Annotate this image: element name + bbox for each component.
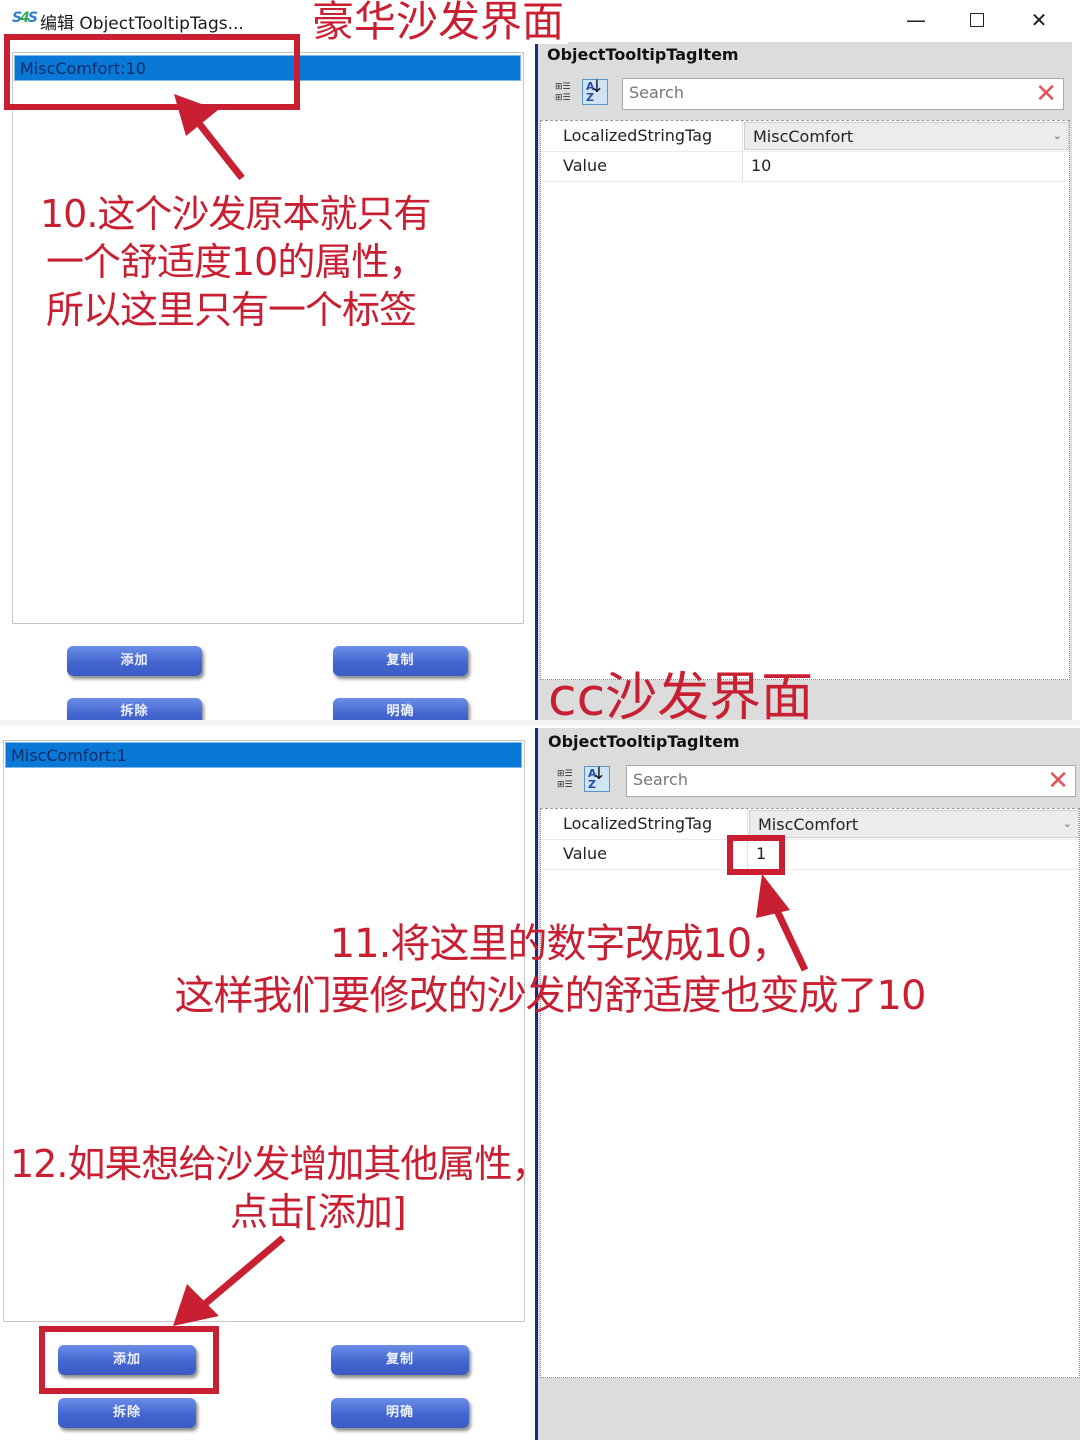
clear-button[interactable]: 明确: [331, 1398, 469, 1428]
property-row[interactable]: Value 1: [541, 839, 1079, 870]
clear-search-icon[interactable]: ✕: [1047, 768, 1069, 794]
window-title: 编辑 ObjectTooltipTags...: [40, 14, 244, 34]
tag-list-top[interactable]: [12, 52, 524, 624]
property-panel-title: ObjectTooltipTagItem: [548, 732, 740, 751]
note-line: 11.将这里的数字改成10，: [329, 921, 792, 967]
copy-button[interactable]: 复制: [331, 1345, 469, 1375]
search-input[interactable]: Search ✕: [626, 765, 1076, 797]
remove-button-label: 拆除: [112, 1405, 141, 1420]
close-icon: ✕: [1030, 8, 1048, 32]
app-logo-icon: S4S: [12, 10, 38, 26]
button-row-clip: 拆除 明确: [0, 698, 530, 720]
property-row[interactable]: LocalizedStringTag MiscComfort ⌄: [541, 121, 1069, 152]
categorized-view-button[interactable]: ⊞☰ ⊞☰: [557, 769, 579, 793]
chevron-down-icon: ⌄: [1052, 129, 1062, 142]
note-line: 10.这个沙发原本就只有: [40, 192, 431, 236]
search-placeholder: Search: [629, 83, 684, 102]
minimize-button[interactable]: —: [896, 6, 936, 34]
chevron-down-icon: ⌄: [1062, 817, 1072, 830]
arrow-to-list-item: [174, 94, 245, 181]
property-value: MiscComfort: [758, 815, 859, 834]
remove-button[interactable]: 拆除: [58, 1398, 196, 1428]
heading-cc-sofa: cc沙发界面: [548, 668, 814, 728]
remove-button-label: 拆除: [120, 704, 149, 719]
property-key: LocalizedStringTag: [563, 814, 713, 833]
search-input[interactable]: Search ✕: [622, 78, 1064, 110]
property-key: Value: [563, 844, 607, 863]
note-line: 12.如果想给沙发增加其他属性，: [10, 1142, 549, 1186]
clear-button-label: 明确: [386, 704, 415, 719]
list-item-selected[interactable]: MiscComfort:1: [5, 742, 522, 768]
note-line: 点击[添加]: [230, 1190, 407, 1234]
note-line: 一个舒适度10的属性，: [46, 240, 426, 284]
add-button-label: 添加: [120, 653, 149, 668]
copy-button-label: 复制: [385, 1352, 414, 1367]
note-step-11: 11.将这里的数字改成10， 这样我们要修改的沙发的舒适度也变成了10: [100, 918, 1000, 1022]
highlight-box-add-button: [39, 1326, 219, 1394]
property-grid-top: LocalizedStringTag MiscComfort ⌄ Value 1…: [540, 120, 1070, 680]
property-key: LocalizedStringTag: [563, 126, 713, 145]
categorized-view-button[interactable]: ⊞☰ ⊞☰: [555, 82, 577, 106]
remove-button[interactable]: 拆除: [67, 698, 202, 720]
alphabetical-sort-button[interactable]: A Z ↓: [582, 79, 608, 105]
property-value: MiscComfort: [753, 127, 854, 146]
categorized-icon: ⊞☰ ⊞☰: [557, 769, 573, 790]
clear-search-icon[interactable]: ✕: [1035, 81, 1057, 107]
property-dropdown[interactable]: MiscComfort ⌄: [749, 810, 1079, 838]
property-dropdown[interactable]: MiscComfort ⌄: [744, 122, 1069, 150]
list-item-label: MiscComfort:1: [11, 746, 127, 765]
copy-button[interactable]: 复制: [333, 646, 468, 676]
note-line: 所以这里只有一个标签: [46, 288, 417, 332]
arrow-to-add-button: [173, 1235, 286, 1326]
grid-column-divider: [742, 121, 743, 181]
add-button[interactable]: 添加: [67, 646, 202, 676]
section-divider: [0, 720, 1080, 726]
heading-luxury-sofa: 豪华沙发界面: [308, 0, 569, 44]
property-row[interactable]: LocalizedStringTag MiscComfort ⌄: [541, 809, 1079, 840]
property-row[interactable]: Value 10: [541, 151, 1069, 182]
note-line: 这样我们要修改的沙发的舒适度也变成了10: [174, 973, 927, 1019]
categorized-icon: ⊞☰ ⊞☰: [555, 82, 571, 103]
property-panel-title: ObjectTooltipTagItem: [547, 45, 739, 64]
minimize-icon: —: [906, 8, 926, 32]
maximize-button[interactable]: [957, 6, 997, 34]
highlight-box-value: [727, 835, 785, 875]
clear-button-label: 明确: [385, 1405, 414, 1420]
alphabetical-sort-button[interactable]: A Z ↓: [584, 766, 610, 792]
close-button[interactable]: ✕: [1019, 6, 1059, 34]
property-value[interactable]: 10: [751, 156, 771, 175]
note-step-10: 10.这个沙发原本就只有 一个舒适度10的属性， 所以这里只有一个标签: [40, 190, 520, 334]
note-step-12: 12.如果想给沙发增加其他属性， 点击[添加]: [10, 1140, 590, 1236]
property-key: Value: [563, 156, 607, 175]
clear-button[interactable]: 明确: [333, 698, 468, 720]
search-placeholder: Search: [633, 770, 688, 789]
copy-button-label: 复制: [386, 653, 415, 668]
maximize-icon: [970, 12, 984, 27]
